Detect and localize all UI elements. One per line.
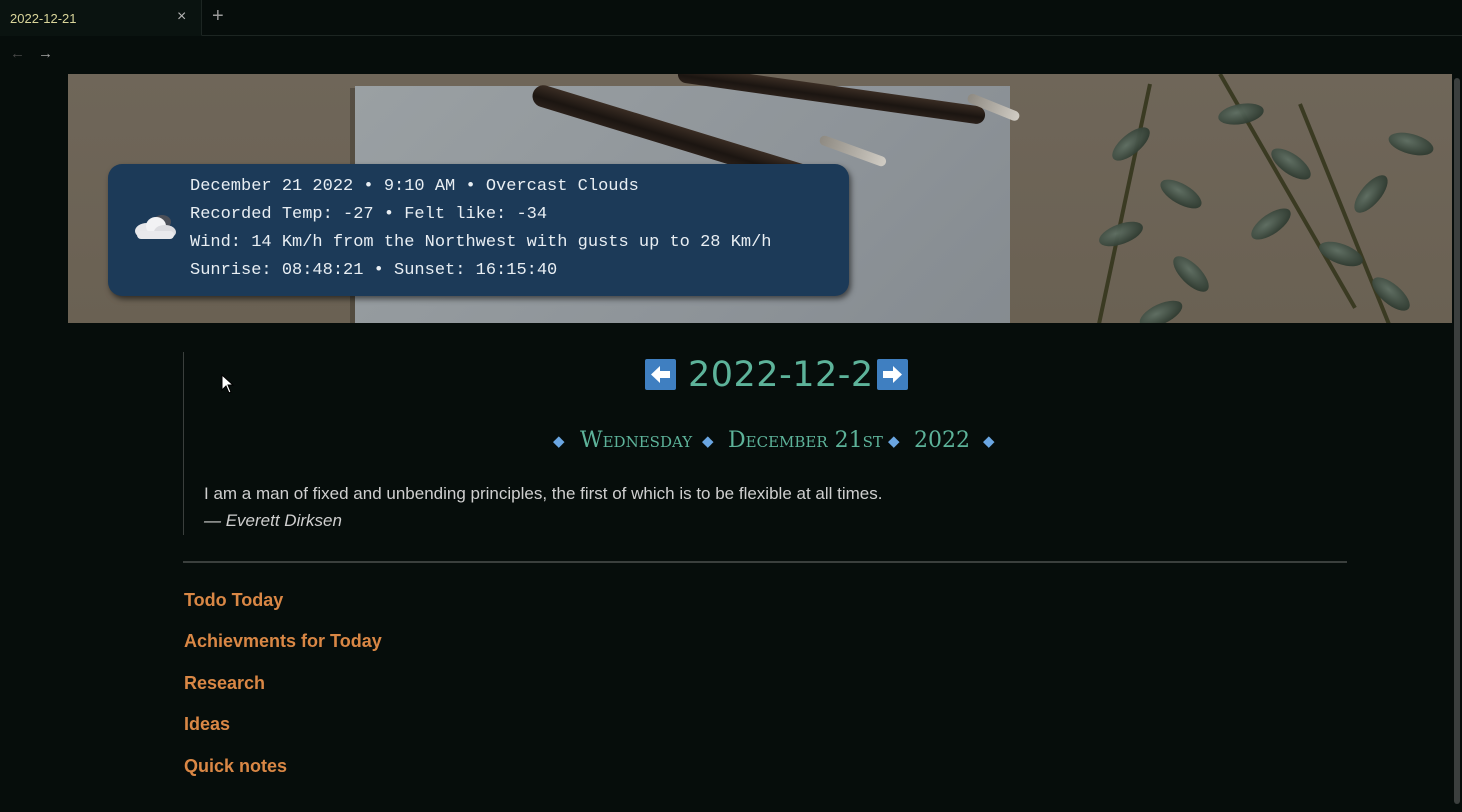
tab-bar: 2022-12-21 × +	[0, 0, 1462, 36]
new-tab-icon[interactable]: +	[212, 5, 224, 28]
diamond-icon: ◆	[983, 432, 995, 450]
scrollbar-thumb[interactable]	[1454, 78, 1460, 804]
nav-bar: ← →	[0, 37, 1462, 73]
weather-temp-line: Recorded Temp: -27 • Felt like: -34	[190, 205, 548, 224]
section-heading-ideas[interactable]: Ideas	[184, 714, 230, 735]
back-arrow-icon[interactable]: ←	[10, 45, 25, 62]
banner-eucalyptus-stem	[1093, 83, 1152, 323]
arrow-left-icon	[651, 366, 670, 383]
monthday-label: December 21st	[728, 428, 883, 453]
page-title: 2022-12-21	[688, 355, 897, 395]
weekday-label: Wednesday	[580, 428, 693, 453]
banner-leaf	[1156, 173, 1206, 215]
banner-leaf	[1167, 250, 1215, 298]
year-label: 2022	[914, 428, 970, 453]
banner-leaf	[1216, 100, 1266, 128]
diamond-icon: ◆	[553, 432, 565, 450]
quote-author: — Everett Dirksen	[204, 511, 342, 530]
weather-summary-line: December 21 2022 • 9:10 AM • Overcast Cl…	[190, 177, 639, 196]
banner-leaf	[1348, 169, 1394, 219]
banner-leaf	[1135, 295, 1187, 323]
tab-active[interactable]: 2022-12-21 ×	[0, 0, 202, 36]
mouse-cursor-icon	[221, 374, 235, 394]
section-heading-research[interactable]: Research	[184, 673, 265, 694]
section-heading-quick-notes[interactable]: Quick notes	[184, 756, 287, 777]
next-day-button[interactable]	[877, 359, 908, 390]
banner-leaf	[1315, 236, 1367, 272]
prev-day-button[interactable]	[645, 359, 676, 390]
arrow-right-icon	[883, 366, 902, 383]
banner-leaf	[1386, 128, 1436, 160]
section-heading-todo-today[interactable]: Todo Today	[184, 590, 283, 611]
weather-sun-line: Sunrise: 08:48:21 • Sunset: 16:15:40	[190, 261, 558, 280]
divider	[183, 561, 1347, 563]
diamond-icon: ◆	[888, 432, 900, 450]
tab-title[interactable]: 2022-12-21	[10, 11, 77, 26]
quote-text: I am a man of fixed and unbending princi…	[204, 484, 883, 503]
weather-wind-line: Wind: 14 Km/h from the Northwest with gu…	[190, 233, 772, 252]
forward-arrow-icon[interactable]: →	[38, 45, 53, 62]
banner-leaf	[1246, 202, 1296, 246]
diamond-icon: ◆	[702, 432, 714, 450]
cloud-icon	[135, 215, 176, 239]
callout-border	[183, 352, 184, 535]
close-icon[interactable]: ×	[177, 8, 186, 26]
scrollbar[interactable]	[1453, 74, 1461, 804]
weather-card: December 21 2022 • 9:10 AM • Overcast Cl…	[108, 164, 849, 296]
section-heading-achievements[interactable]: Achievments for Today	[184, 631, 382, 652]
